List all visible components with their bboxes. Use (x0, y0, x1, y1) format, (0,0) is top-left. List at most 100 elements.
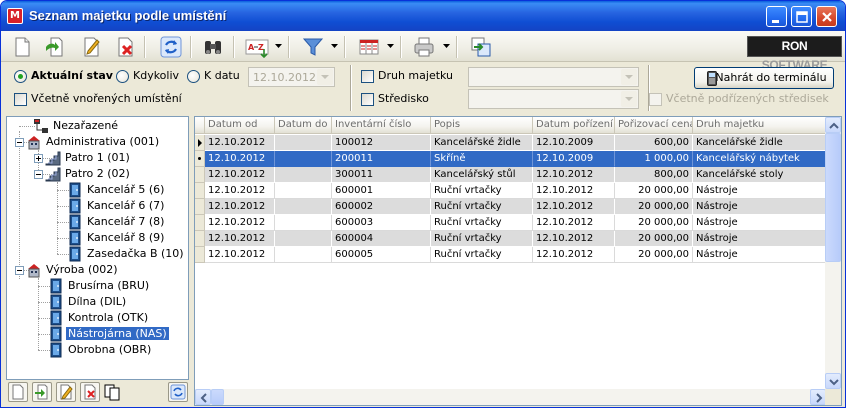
cell-datum-od[interactable]: 12.10.2012 (205, 135, 275, 151)
cell-porizovaci-cena[interactable]: 800,00 (615, 167, 693, 183)
cell-porizovaci-cena[interactable]: 20 000,00 (615, 231, 693, 247)
grid-header-datum-od[interactable]: Datum od (205, 117, 275, 134)
cell-datum-porizeni[interactable]: 12.10.2012 (533, 199, 615, 215)
table-row[interactable]: 12.10.2012 600003 Ruční vrtačky 12.10.2012 2… (195, 215, 826, 231)
scroll-down-button[interactable] (825, 373, 841, 389)
state-to-date-label[interactable]: K datu (204, 69, 240, 82)
cell-druh-majetku[interactable]: Nástroje (693, 199, 826, 215)
cell-datum-do[interactable] (275, 135, 332, 151)
tree-collapse-toggle[interactable] (34, 170, 43, 179)
date-dropdown-icon[interactable] (317, 69, 333, 85)
close-button[interactable] (816, 6, 837, 27)
cell-datum-do[interactable] (275, 215, 332, 231)
cell-inventarni-cislo[interactable]: 200011 (332, 151, 431, 167)
cell-druh-majetku[interactable]: Kancelářské židle (693, 135, 826, 151)
date-picker[interactable]: 12.10.2012 (248, 67, 335, 87)
tree-copy-clipboard-button[interactable] (102, 382, 122, 402)
cell-porizovaci-cena[interactable]: 20 000,00 (615, 183, 693, 199)
find-tool[interactable] (201, 35, 225, 59)
cell-datum-porizeni[interactable]: 12.10.2012 (533, 183, 615, 199)
table-row[interactable]: 12.10.2012 600004 Ruční vrtačky 12.10.2012 2… (195, 231, 826, 247)
include-nested-checkbox[interactable] (14, 93, 27, 106)
cell-popis[interactable]: Ruční vrtačky (431, 231, 533, 247)
cell-datum-do[interactable] (275, 183, 332, 199)
scroll-left-button[interactable] (195, 389, 211, 405)
cell-datum-od[interactable]: 12.10.2012 (205, 231, 275, 247)
grid-vertical-scrollbar[interactable] (825, 117, 841, 389)
table-row[interactable]: 12.10.2012 600005 Ruční vrtačky 12.10.2012 2… (195, 247, 826, 263)
edit-document-tool[interactable] (79, 35, 103, 59)
cell-datum-do[interactable] (275, 199, 332, 215)
row-indicator[interactable] (195, 215, 205, 231)
cell-datum-porizeni[interactable]: 12.10.2012 (533, 215, 615, 231)
cell-datum-do[interactable] (275, 151, 332, 167)
title-bar[interactable]: M Seznam majetku podle umístění (1, 1, 845, 31)
cell-datum-od[interactable]: 12.10.2012 (205, 151, 275, 167)
state-anytime-radio[interactable] (116, 70, 129, 83)
tree-collapse-toggle[interactable] (15, 138, 24, 147)
tree-copy-button[interactable] (32, 382, 52, 402)
tree-collapse-toggle[interactable] (15, 266, 24, 275)
table-row[interactable]: 12.10.2012 100012 Kancelářské židle 12.10.2… (195, 135, 826, 151)
cell-datum-porizeni[interactable]: 12.10.2009 (533, 135, 615, 151)
cell-inventarni-cislo[interactable]: 600005 (332, 247, 431, 263)
new-document-tool[interactable] (10, 35, 34, 59)
row-indicator[interactable] (195, 167, 205, 183)
cell-porizovaci-cena[interactable]: 600,00 (615, 135, 693, 151)
cell-inventarni-cislo[interactable]: 600002 (332, 199, 431, 215)
cell-popis[interactable]: Ruční vrtačky (431, 183, 533, 199)
cost-center-select[interactable] (468, 89, 639, 109)
cell-porizovaci-cena[interactable]: 20 000,00 (615, 215, 693, 231)
grid-header-datum-do[interactable]: Datum do (275, 117, 332, 134)
grid-header-datum-porizeni[interactable]: Datum pořízení (533, 117, 615, 134)
assets-grid[interactable]: Datum od Datum do Inventární číslo Popis… (194, 116, 842, 406)
asset-type-select[interactable] (468, 67, 639, 87)
app-icon[interactable]: M (7, 8, 23, 24)
state-current-label[interactable]: Aktuální stav (31, 69, 113, 82)
cell-datum-od[interactable]: 12.10.2012 (205, 199, 275, 215)
cell-datum-od[interactable]: 12.10.2012 (205, 167, 275, 183)
grid-header-porizovaci-cena[interactable]: Pořizovací cena (615, 117, 693, 134)
tree-new-button[interactable] (8, 382, 28, 402)
location-tree[interactable]: Nezařazené Administrativa (001) Patro 1 … (6, 116, 189, 380)
cell-datum-do[interactable] (275, 167, 332, 183)
row-indicator[interactable] (195, 231, 205, 247)
refresh-tool[interactable] (159, 35, 183, 59)
grid-header-inventarni-cislo[interactable]: Inventární číslo (332, 117, 431, 134)
cost-center-dropdown-icon[interactable] (621, 91, 637, 107)
cell-druh-majetku[interactable]: Nástroje (693, 183, 826, 199)
row-indicator[interactable] (195, 183, 205, 199)
state-anytime-label[interactable]: Kdykoliv (133, 69, 179, 82)
grid-header-popis[interactable]: Popis (431, 117, 533, 134)
filter-tool[interactable] (301, 35, 325, 59)
vertical-scroll-thumb[interactable] (825, 133, 841, 262)
cell-druh-majetku[interactable]: Kancelářský nábytek (693, 151, 826, 167)
tree-edit-button[interactable] (56, 382, 76, 402)
cell-popis[interactable]: Ruční vrtačky (431, 247, 533, 263)
table-row[interactable]: 12.10.2012 300011 Kancelářský stůl 12.10.20… (195, 167, 826, 183)
cell-datum-porizeni[interactable]: 12.10.2009 (533, 151, 615, 167)
cell-inventarni-cislo[interactable]: 600003 (332, 215, 431, 231)
columns-tool[interactable] (357, 35, 381, 59)
print-dropdown-arrow-icon[interactable] (443, 44, 450, 48)
cell-druh-majetku[interactable]: Kancelářské stoly (693, 167, 826, 183)
cell-druh-majetku[interactable]: Nástroje (693, 215, 826, 231)
minimize-button[interactable] (766, 6, 787, 27)
asset-type-label[interactable]: Druh majetku (378, 69, 453, 82)
filter-dropdown-arrow-icon[interactable] (331, 44, 338, 48)
cell-inventarni-cislo[interactable]: 600001 (332, 183, 431, 199)
table-row[interactable]: 12.10.2012 600002 Ruční vrtačky 12.10.2012 2… (195, 199, 826, 215)
row-indicator[interactable] (195, 199, 205, 215)
row-indicator[interactable] (195, 247, 205, 263)
maximize-button[interactable] (791, 6, 812, 27)
columns-dropdown-arrow-icon[interactable] (387, 44, 394, 48)
cell-inventarni-cislo[interactable]: 600004 (332, 231, 431, 247)
print-tool[interactable] (412, 35, 436, 59)
cell-porizovaci-cena[interactable]: 20 000,00 (615, 247, 693, 263)
tree-delete-button[interactable] (80, 382, 100, 402)
upload-to-terminal-button[interactable]: Nahrát do terminálu (694, 67, 834, 89)
table-row[interactable]: 12.10.2012 200011 Skříně 12.10.2009 1 000,00… (195, 151, 826, 167)
cell-druh-majetku[interactable]: Nástroje (693, 247, 826, 263)
cell-popis[interactable]: Skříně (431, 151, 533, 167)
scroll-right-button[interactable] (810, 389, 826, 405)
